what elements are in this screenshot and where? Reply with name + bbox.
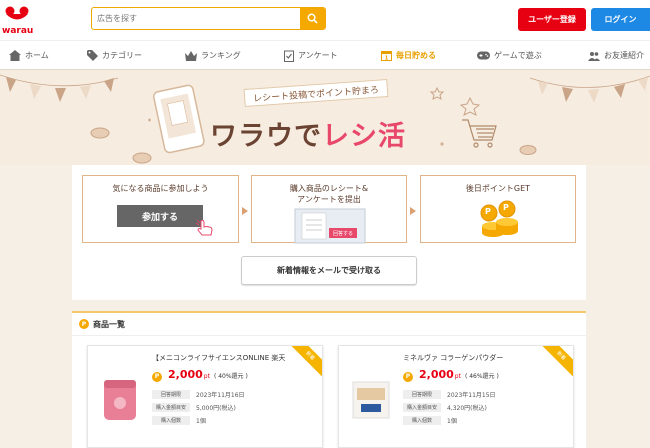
row-label: 購入個数	[152, 416, 190, 425]
row-value: 2023年11月16日	[196, 392, 245, 399]
product-points: P 2,000 pt ( 46%還元 )	[403, 368, 499, 382]
nav-item-daily[interactable]: 1 毎日貯める	[381, 41, 436, 70]
nav-label: カテゴリー	[102, 51, 142, 60]
search-box	[91, 7, 326, 30]
nav-label: お友達紹介	[604, 51, 644, 60]
row-value: 1個	[196, 418, 206, 425]
email-subscribe-button[interactable]: 新着情報をメールで受け取る	[241, 256, 417, 285]
answer-tag: 回答する	[329, 228, 357, 238]
how-it-works: 気になる商品に参加しよう 参加する 購入商品のレシート& アンケートを提出 回答…	[72, 165, 586, 300]
product-image	[352, 381, 390, 419]
row-label: 回答期限	[403, 390, 441, 399]
step-1: 気になる商品に参加しよう 参加する	[82, 175, 239, 243]
search-button[interactable]	[300, 8, 325, 29]
product-points: P 2,000 pt ( 40%還元 )	[152, 368, 248, 382]
nav-item-home[interactable]: ホーム	[9, 41, 49, 70]
new-badge: 新着	[534, 346, 573, 383]
nav-label: ゲームで遊ぶ	[494, 51, 542, 60]
nav-label: ランキング	[201, 51, 241, 60]
warau-logo[interactable]: warau	[2, 6, 42, 36]
step-2-text-line1: 購入商品のレシート&	[289, 184, 369, 193]
points-value: 2,000	[419, 368, 454, 381]
point-coin-icon: P	[403, 371, 413, 382]
answer-deadline-row: 回答期限 2023年11月16日	[152, 389, 245, 400]
coin-mark: P	[503, 203, 509, 212]
product-title: ミネルヴァ コラーゲンパウダー	[403, 354, 504, 362]
purchase-count-row: 購入個数 1個	[403, 415, 457, 426]
point-coin-icon: P	[79, 319, 89, 329]
site-header: warau ユーザー登録 ログイン	[0, 0, 650, 40]
hand-pointer-icon	[195, 219, 213, 236]
purchase-price-row: 購入金額目安 5,000円(税込)	[152, 402, 236, 413]
nav-label: 毎日貯める	[396, 51, 436, 60]
banner-title: ワラウでレシ活	[210, 114, 406, 153]
points-unit: pt	[203, 373, 210, 380]
row-value: 4,320円(税込)	[447, 405, 487, 412]
purchase-count-row: 購入個数 1個	[152, 415, 206, 426]
logo-mark-icon	[5, 6, 29, 20]
nav-label: ホーム	[25, 51, 49, 60]
coins-icon	[480, 200, 518, 237]
svg-text:1: 1	[385, 56, 389, 62]
points-value: 2,000	[168, 368, 203, 381]
search-input[interactable]	[92, 8, 301, 29]
crown-icon	[185, 50, 197, 61]
nav-label: アンケート	[298, 51, 338, 60]
row-label: 購入金額目安	[403, 403, 441, 412]
product-image	[104, 380, 136, 420]
survey-icon	[284, 50, 294, 62]
purchase-price-row: 購入金額目安 4,320円(税込)	[403, 402, 487, 413]
product-list-heading: P 商品一覧	[79, 317, 125, 331]
points-unit: pt	[454, 373, 461, 380]
row-value: 5,000円(税込)	[196, 405, 236, 412]
row-value: 2023年11月15日	[447, 392, 496, 399]
row-value: 1個	[447, 418, 457, 425]
row-label: 購入個数	[403, 416, 441, 425]
tag-icon	[87, 50, 98, 61]
hero-banner[interactable]: レシート投稿でポイント貯まろ ワラウでレシ活	[0, 70, 650, 165]
step-3-text: 後日ポイントGET	[465, 184, 531, 193]
logo-text: warau	[2, 26, 34, 36]
step-arrow-icon	[242, 207, 248, 215]
divider	[72, 335, 586, 336]
step-2-text-line2: アンケートを提出	[297, 195, 361, 204]
join-button[interactable]: 参加する	[117, 205, 203, 227]
step-3: 後日ポイントGET P P	[420, 175, 576, 243]
answer-deadline-row: 回答期限 2023年11月15日	[403, 389, 496, 400]
home-icon	[9, 50, 21, 61]
row-label: 回答期限	[152, 390, 190, 399]
register-button[interactable]: ユーザー登録	[518, 8, 586, 31]
main-nav: ホーム カテゴリー ランキング アンケート 1 毎日貯める ゲームで遊ぶ お友達…	[0, 40, 650, 70]
nav-item-invite[interactable]: お友達紹介	[588, 41, 644, 70]
point-coin-icon: P	[152, 371, 162, 382]
friends-icon	[588, 51, 600, 61]
nav-item-survey[interactable]: アンケート	[284, 41, 338, 70]
nav-item-category[interactable]: カテゴリー	[87, 41, 142, 70]
search-icon	[307, 13, 318, 24]
step-arrow-icon	[410, 207, 416, 215]
product-list-title: 商品一覧	[93, 319, 125, 329]
new-badge: 新着	[283, 346, 322, 383]
calendar-icon: 1	[381, 51, 392, 62]
return-rate: ( 40%還元 )	[213, 373, 248, 380]
product-card[interactable]: 新着 ミネルヴァ コラーゲンパウダー P 2,000 pt ( 46%還元 ) …	[338, 345, 574, 448]
step-2: 購入商品のレシート& アンケートを提出 回答する	[251, 175, 407, 244]
gamepad-icon	[477, 51, 490, 60]
nav-item-ranking[interactable]: ランキング	[185, 41, 241, 70]
nav-item-games[interactable]: ゲームで遊ぶ	[477, 41, 542, 70]
banner-title-main: ワラウで	[210, 121, 322, 152]
login-button[interactable]: ログイン	[591, 8, 650, 31]
coin-mark: P	[485, 207, 491, 216]
monitor-illustration	[294, 208, 366, 244]
step-1-text: 気になる商品に参加しよう	[112, 184, 209, 193]
return-rate: ( 46%還元 )	[464, 373, 499, 380]
banner-title-accent: レシ活	[322, 121, 406, 152]
product-title: 【メニコンライフサイエンスONLINE 楽天	[152, 354, 286, 362]
product-card[interactable]: 新着 【メニコンライフサイエンスONLINE 楽天 P 2,000 pt ( 4…	[87, 345, 323, 448]
row-label: 購入金額目安	[152, 403, 190, 412]
